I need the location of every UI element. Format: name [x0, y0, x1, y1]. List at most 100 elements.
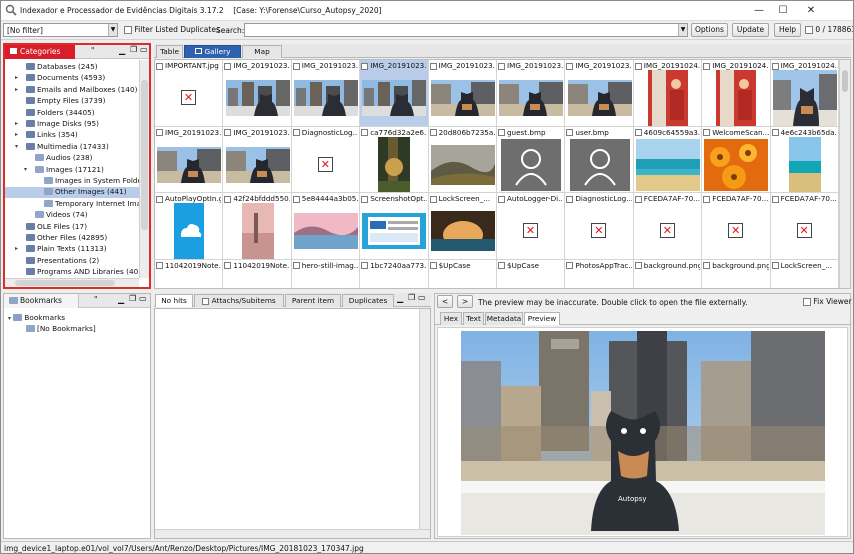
select-checkbox[interactable]	[634, 62, 642, 70]
select-checkbox[interactable]	[771, 195, 779, 203]
expand-icon[interactable]: ▾	[24, 165, 27, 176]
gallery-item[interactable]: ca776d32a2e6...	[360, 126, 429, 193]
gallery-scrollbar[interactable]	[839, 60, 850, 288]
categories-mini-tab[interactable]: "	[94, 295, 97, 304]
gallery-item[interactable]: user.bmp	[565, 126, 634, 193]
select-checkbox[interactable]	[361, 129, 369, 136]
tab-text[interactable]: Text	[463, 312, 484, 325]
select-checkbox[interactable]	[566, 129, 574, 136]
gallery-item[interactable]: IMG_20191023...	[565, 60, 634, 127]
gallery-item[interactable]: IMG_20191023...	[497, 60, 566, 127]
select-checkbox[interactable]	[292, 262, 300, 269]
select-checkbox[interactable]	[156, 62, 163, 70]
select-checkbox[interactable]	[224, 262, 232, 269]
gallery-item[interactable]: 5e84444a3b05...	[291, 193, 361, 260]
minimize-panel-icon[interactable]: ▁	[397, 294, 403, 303]
options-button[interactable]: Options	[691, 23, 728, 37]
expand-icon[interactable]: ▸	[15, 85, 18, 96]
select-checkbox[interactable]	[156, 262, 163, 269]
gallery-item[interactable]: AutoLogger-Di... ✕	[497, 193, 566, 260]
select-checkbox[interactable]	[703, 195, 711, 203]
gallery-item[interactable]: 42f24bfddd550...	[223, 193, 292, 260]
gallery-item[interactable]: background.png	[633, 259, 703, 288]
expand-icon[interactable]: ▸	[15, 130, 18, 141]
gallery-item[interactable]: FCEDA7AF-70... ✕	[633, 193, 703, 260]
category-item[interactable]: Audios (238)	[5, 153, 139, 164]
fix-viewer-checkbox[interactable]	[803, 298, 811, 306]
prev-button[interactable]: <	[437, 295, 453, 308]
count-checkbox[interactable]	[805, 26, 813, 34]
select-checkbox[interactable]	[429, 262, 437, 269]
select-checkbox[interactable]	[771, 62, 779, 70]
next-button[interactable]: >	[457, 295, 473, 308]
category-item[interactable]: Folders (34405)	[5, 108, 139, 119]
select-checkbox[interactable]	[771, 262, 779, 269]
gallery-item[interactable]: DiagnosticLog... ✕	[291, 126, 361, 193]
gallery-item[interactable]: IMG_20191023...	[223, 126, 292, 193]
gallery-item[interactable]: background.png	[702, 259, 771, 288]
gallery-item[interactable]: IMG_20191024...	[633, 60, 703, 127]
category-item[interactable]: ▸ Links (354)	[5, 130, 139, 141]
select-checkbox[interactable]	[634, 129, 642, 136]
select-checkbox[interactable]	[498, 262, 505, 269]
category-item[interactable]: Presentations (2)	[5, 256, 139, 267]
tab-parent-item[interactable]: Parent item	[285, 294, 341, 307]
horizontal-scrollbar[interactable]	[155, 529, 430, 538]
select-checkbox[interactable]	[224, 195, 232, 203]
filter-select[interactable]: [No filter] ▼	[3, 23, 118, 37]
tab-preview[interactable]: Preview	[524, 312, 560, 325]
gallery-item[interactable]: hero-still-imag...	[291, 259, 361, 288]
gallery-item[interactable]: AutoPlayOptIn.gif	[155, 193, 224, 260]
select-checkbox[interactable]	[566, 195, 574, 203]
maximize-panel-icon[interactable]: ▭	[139, 294, 147, 303]
gallery-item[interactable]: 11042019Note...	[223, 259, 292, 288]
select-checkbox[interactable]	[361, 195, 369, 203]
select-checkbox[interactable]	[703, 62, 711, 70]
gallery-item[interactable]: IMG_20191023...	[428, 60, 497, 127]
category-item[interactable]: Other Images (441)	[5, 187, 139, 198]
select-checkbox[interactable]	[703, 262, 711, 269]
gallery-item[interactable]: IMG_20191023...	[291, 60, 361, 127]
gallery-item[interactable]: $UpCase	[428, 259, 497, 288]
restore-panel-icon[interactable]: ❐	[129, 294, 136, 303]
tab-attachs-subitems[interactable]: Attachs/Subitems	[194, 294, 284, 307]
minimize-button[interactable]: —	[748, 4, 770, 18]
select-checkbox[interactable]	[292, 195, 300, 203]
minimize-panel-icon[interactable]: ▁	[119, 46, 125, 55]
categories-tab[interactable]: Categories	[5, 45, 75, 59]
select-checkbox[interactable]	[771, 129, 779, 136]
bookmarks-mini-tab[interactable]: "	[91, 46, 94, 55]
gallery-item[interactable]: IMG_20191023...	[360, 60, 429, 127]
select-checkbox[interactable]	[429, 129, 437, 136]
gallery-item[interactable]: $UpCase	[497, 259, 566, 288]
select-checkbox[interactable]	[429, 62, 437, 70]
select-checkbox[interactable]	[498, 195, 505, 203]
category-item[interactable]: ▾ Images (17121)	[5, 165, 139, 176]
scroll-thumb[interactable]	[141, 80, 148, 230]
category-item[interactable]: ▸ Image Disks (95)	[5, 119, 139, 130]
category-item[interactable]: Temporary Internet Image	[5, 199, 139, 210]
select-checkbox[interactable]	[156, 129, 163, 136]
category-item[interactable]: Databases (245)	[5, 62, 139, 73]
minimize-panel-icon[interactable]: ▁	[118, 295, 124, 304]
select-checkbox[interactable]	[703, 129, 711, 136]
select-checkbox[interactable]	[498, 62, 505, 70]
horizontal-scrollbar[interactable]	[5, 278, 139, 287]
select-checkbox[interactable]	[224, 129, 232, 136]
category-item[interactable]: ▸ Plain Texts (11313)	[5, 244, 139, 255]
gallery-item[interactable]: DiagnosticLog... ✕	[565, 193, 634, 260]
search-input[interactable]: ▼	[244, 23, 688, 37]
gallery-item[interactable]: IMG_20191023...	[223, 60, 292, 127]
gallery-item[interactable]: FCEDA7AF-70... ✕	[702, 193, 771, 260]
tab-gallery[interactable]: Gallery	[184, 45, 241, 58]
bookmarks-tab[interactable]: Bookmarks	[4, 294, 79, 308]
filter-duplicates-option[interactable]: Filter Listed Duplicates	[124, 25, 220, 34]
gallery-item[interactable]: 20d806b7235a...	[428, 126, 497, 193]
tab-metadata[interactable]: Metadata	[485, 312, 523, 325]
category-item[interactable]: Other Files (42895)	[5, 233, 139, 244]
maximize-button[interactable]: ☐	[772, 4, 794, 18]
select-checkbox[interactable]	[634, 195, 642, 203]
maximize-panel-icon[interactable]: ▭	[140, 45, 148, 54]
gallery-item[interactable]: guest.bmp	[497, 126, 566, 193]
category-item[interactable]: Empty Files (3739)	[5, 96, 139, 107]
